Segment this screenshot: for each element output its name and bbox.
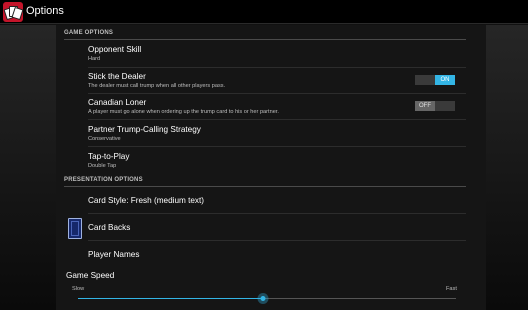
pref-summary: Double Tap xyxy=(88,163,117,169)
pref-summary: The dealer must call trump when all othe… xyxy=(88,83,226,89)
pref-title: Tap-to-Play xyxy=(88,152,130,161)
pref-stick-the-dealer[interactable]: Stick the Dealer The dealer must call tr… xyxy=(88,68,466,94)
slider-min-label: Slow xyxy=(72,286,85,292)
pref-title: Opponent Skill xyxy=(88,45,142,54)
section-header-game-options: GAME OPTIONS xyxy=(64,26,466,40)
pref-title: Card Backs xyxy=(88,223,131,232)
pref-title: Partner Trump-Calling Strategy xyxy=(88,125,201,134)
slider-max-label: Fast xyxy=(446,286,457,292)
pref-card-backs[interactable]: Card Backs xyxy=(88,214,466,241)
pref-title: Canadian Loner xyxy=(88,98,147,107)
preferences-panel: GAME OPTIONS Opponent Skill Hard Stick t… xyxy=(56,25,486,310)
pref-summary: A player must go alone when ordering up … xyxy=(88,109,279,115)
stick-dealer-toggle[interactable]: ON xyxy=(415,75,455,85)
canadian-loner-toggle[interactable]: OFF xyxy=(415,101,455,111)
slider-fill xyxy=(78,298,264,299)
toggle-state: OFF xyxy=(415,101,435,111)
pref-tap-to-play[interactable]: Tap-to-Play Double Tap xyxy=(88,147,466,173)
section-header-presentation-options: PRESENTATION OPTIONS xyxy=(64,173,466,187)
card-back-icon xyxy=(68,218,82,239)
pref-title: Player Names xyxy=(88,250,140,259)
pref-title: Stick the Dealer xyxy=(88,72,146,81)
pref-partner-trump-calling-strategy[interactable]: Partner Trump-Calling Strategy Conservat… xyxy=(88,120,466,147)
pref-summary: Conservative xyxy=(88,136,121,142)
pref-summary: Hard xyxy=(88,56,101,62)
card-hand-icon[interactable] xyxy=(3,2,24,22)
pref-canadian-loner[interactable]: Canadian Loner A player must go alone wh… xyxy=(88,94,466,120)
pref-player-names[interactable]: Player Names xyxy=(88,241,466,268)
left-margin xyxy=(0,25,56,310)
app-title: Options xyxy=(26,5,64,17)
slider-thumb[interactable] xyxy=(257,293,269,304)
pref-opponent-skill[interactable]: Opponent Skill Hard xyxy=(88,40,466,68)
pref-title: Card Style: Fresh (medium text) xyxy=(88,196,205,205)
game-speed-slider[interactable] xyxy=(78,293,456,304)
action-bar: Options xyxy=(0,0,528,24)
toggle-state: ON xyxy=(435,75,455,85)
pref-card-style[interactable]: Card Style: Fresh (medium text) xyxy=(88,187,466,214)
game-speed-title: Game Speed xyxy=(66,271,115,280)
